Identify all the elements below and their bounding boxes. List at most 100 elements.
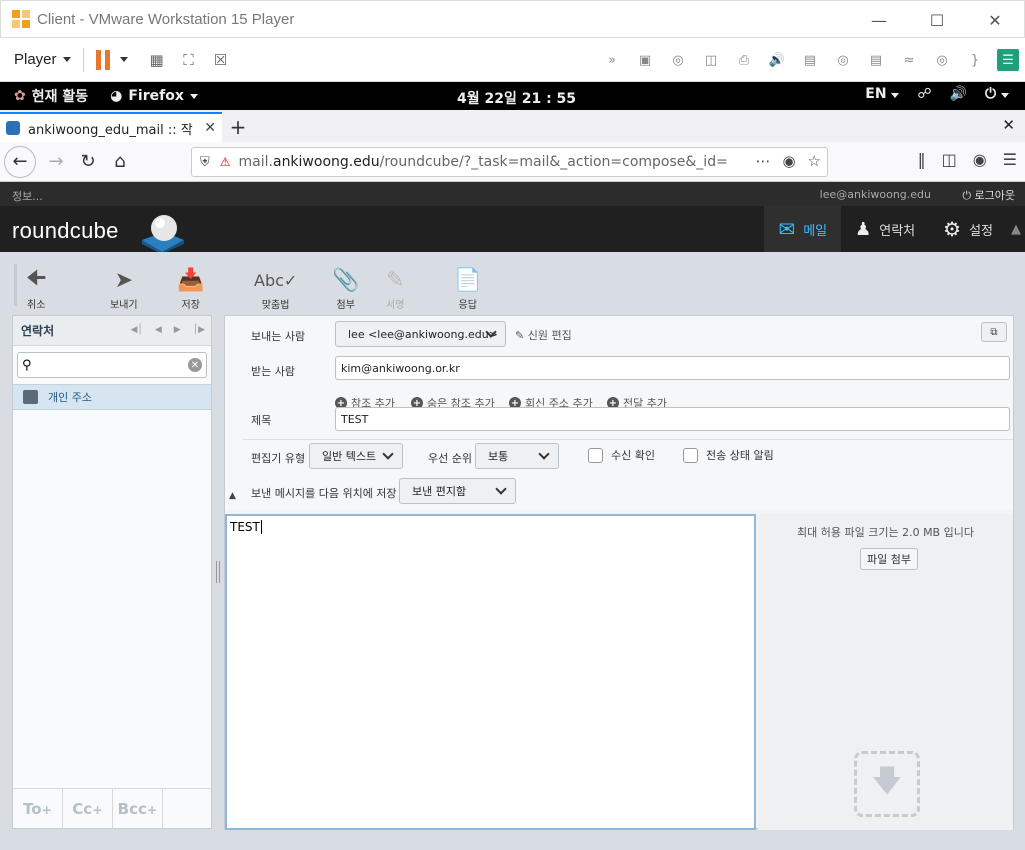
bracket-icon[interactable]: } xyxy=(964,49,986,71)
reload-icon[interactable]: ↻ xyxy=(72,146,104,178)
nav-settings[interactable]: ⚙ 설정 xyxy=(929,206,1007,252)
pause-icon[interactable] xyxy=(95,49,110,70)
printer-icon[interactable]: ⎙ xyxy=(733,49,755,71)
network-icon[interactable]: ☍ xyxy=(917,86,931,102)
contacts-search[interactable]: ⚲ ✕ xyxy=(17,352,207,378)
toolbar-divider xyxy=(82,47,84,72)
minimize-icon[interactable]: — xyxy=(850,1,908,39)
back-arrow-icon: 🠈 xyxy=(26,266,47,291)
close-icon[interactable]: ✕ xyxy=(966,1,1024,39)
usb-device-icon[interactable]: ▤ xyxy=(799,49,821,71)
usb-device-2-icon[interactable]: ▤ xyxy=(865,49,887,71)
roundcube-logo-icon xyxy=(142,215,184,254)
drop-zone[interactable]: 🡇 xyxy=(854,751,920,817)
about-link[interactable]: 정보... xyxy=(12,188,43,204)
pocket-icon[interactable]: ◉ xyxy=(782,152,795,170)
vmware-logo-icon xyxy=(12,10,30,28)
address-book-personal[interactable]: 개인 주소 xyxy=(13,384,211,410)
envelope-icon: ✉ xyxy=(778,217,796,241)
store-target-select[interactable]: 보낸 편지함 xyxy=(399,478,516,504)
attach-file-button[interactable]: 파일 첨부 xyxy=(860,548,918,570)
account-icon[interactable]: ◉ xyxy=(973,150,987,169)
add-to-button[interactable]: To + xyxy=(13,789,63,829)
next-page-icon[interactable]: ▶ xyxy=(174,325,181,335)
clear-search-icon[interactable]: ✕ xyxy=(188,358,202,372)
sidebar-icon[interactable]: ◫ xyxy=(942,150,957,169)
language-indicator[interactable]: EN xyxy=(865,86,900,102)
message-log-icon[interactable]: ☰ xyxy=(997,49,1019,71)
back-icon[interactable]: ← xyxy=(4,145,36,178)
to-field[interactable]: kim@ankiwoong.or.kr xyxy=(335,356,1010,380)
send-ctrl-alt-del-icon[interactable]: ▦ xyxy=(146,49,168,71)
firefox-nav-bar: ← → ↻ ⌂ ⛨ ⚠ mail.ankiwoong.edu/roundcube… xyxy=(0,142,1025,182)
header-divider xyxy=(243,439,1013,440)
send-button[interactable]: ➤ 보내기 xyxy=(110,264,138,312)
add-cc-button[interactable]: Cc + xyxy=(63,789,113,829)
power-icon[interactable]: ⏻ xyxy=(985,86,1009,102)
nav-mail[interactable]: ✉ 메일 xyxy=(764,206,842,252)
roundcube-logo[interactable]: roundcube xyxy=(12,218,119,244)
receipt-checkbox[interactable]: 수신 확인 xyxy=(588,447,655,463)
person-icon: ♟ xyxy=(855,218,872,240)
maximize-editor-icon[interactable]: ⧉ xyxy=(981,322,1007,342)
message-body[interactable]: TEST xyxy=(225,514,756,830)
priority-select[interactable]: 보통 xyxy=(475,443,559,469)
add-bcc-button[interactable]: Bcc + xyxy=(113,789,163,829)
page-actions-icon[interactable]: ⋯ xyxy=(755,152,770,170)
dsn-checkbox[interactable]: 전송 상태 알림 xyxy=(683,447,774,463)
fullscreen-icon[interactable]: ⛶ xyxy=(178,49,200,71)
spellcheck-button[interactable]: Abc✓ 맞춤법 xyxy=(254,264,297,312)
panel-splitter[interactable] xyxy=(216,561,220,583)
new-tab-icon[interactable]: + xyxy=(222,112,254,142)
cancel-button[interactable]: 🠈 취소 xyxy=(26,264,46,312)
edit-identity-link[interactable]: ✎ 신원 편집 xyxy=(515,327,572,343)
from-select[interactable]: lee <lee@ankiwoong.edu> xyxy=(335,321,506,347)
prev-page-icon[interactable]: ◀ xyxy=(155,325,162,335)
attach-button[interactable]: 📎 첨부 xyxy=(332,264,359,312)
last-page-icon[interactable]: │▶ xyxy=(193,325,205,335)
cd-drive-icon[interactable]: ◎ xyxy=(667,49,689,71)
logout-link[interactable]: ⏻ 로그아웃 xyxy=(962,187,1015,203)
home-icon[interactable]: ⌂ xyxy=(104,146,136,178)
network-icon[interactable]: ◫ xyxy=(700,49,722,71)
first-page-icon[interactable]: ◀│ xyxy=(130,325,142,335)
player-menu[interactable]: Player xyxy=(14,51,71,68)
browser-tab[interactable]: ankiwoong_edu_mail :: 작 ✕ xyxy=(0,112,222,142)
close-window-icon[interactable]: ✕ xyxy=(1002,116,1015,134)
bookmark-star-icon[interactable]: ☆ xyxy=(808,152,821,170)
responses-button[interactable]: 📄 응답 xyxy=(454,264,481,312)
unity-icon[interactable]: ☒ xyxy=(210,49,232,71)
hamburger-menu-icon[interactable]: ☰ xyxy=(1003,150,1017,169)
app-menu[interactable]: ◕ Firefox xyxy=(110,88,198,104)
url-bar[interactable]: ⛨ ⚠ mail.ankiwoong.edu/roundcube/?_task=… xyxy=(191,147,828,177)
shield-icon[interactable]: ⛨ xyxy=(200,155,210,170)
paper-plane-icon: ➤ xyxy=(114,267,134,293)
clock[interactable]: 4월 22일 21 : 55 xyxy=(457,88,576,108)
chevron-down-icon[interactable] xyxy=(119,57,128,62)
close-tab-icon[interactable]: ✕ xyxy=(204,120,216,136)
save-button[interactable]: 📥 저장 xyxy=(177,264,204,312)
disc-2-icon[interactable]: ◎ xyxy=(931,49,953,71)
double-chevron-icon[interactable]: » xyxy=(601,49,623,71)
document-icon: 📄 xyxy=(454,267,482,293)
disc-icon[interactable]: ◎ xyxy=(832,49,854,71)
activities-button[interactable]: ✿ 현재 활동 xyxy=(14,86,88,106)
insecure-lock-icon[interactable]: ⚠ xyxy=(220,155,231,169)
spellcheck-icon: Abc✓ xyxy=(254,270,298,290)
hard-disk-icon[interactable]: ▣ xyxy=(634,49,656,71)
volume-icon[interactable]: 🔊 xyxy=(950,86,967,102)
sound-icon[interactable]: 🔊 xyxy=(766,49,788,71)
to-label: 받는 사람 xyxy=(251,365,295,378)
nav-contacts[interactable]: ♟ 연락처 xyxy=(841,206,929,252)
library-icon[interactable]: ‖ xyxy=(918,150,926,169)
player-label: Player xyxy=(14,51,57,68)
subject-field[interactable]: TEST xyxy=(335,407,1010,431)
collapse-headers-icon[interactable]: ▲ xyxy=(229,491,236,501)
collapse-header-icon[interactable]: ▲ xyxy=(1007,206,1025,252)
editor-type-select[interactable]: 일반 텍스트 xyxy=(309,443,403,469)
signature-button[interactable]: ✎ 서명 xyxy=(386,264,404,312)
window-title: Client - VMware Workstation 15 Player xyxy=(37,10,295,28)
maximize-icon[interactable]: ☐ xyxy=(908,1,966,39)
forward-icon[interactable]: → xyxy=(40,146,72,178)
wireless-icon[interactable]: ≈ xyxy=(898,49,920,71)
